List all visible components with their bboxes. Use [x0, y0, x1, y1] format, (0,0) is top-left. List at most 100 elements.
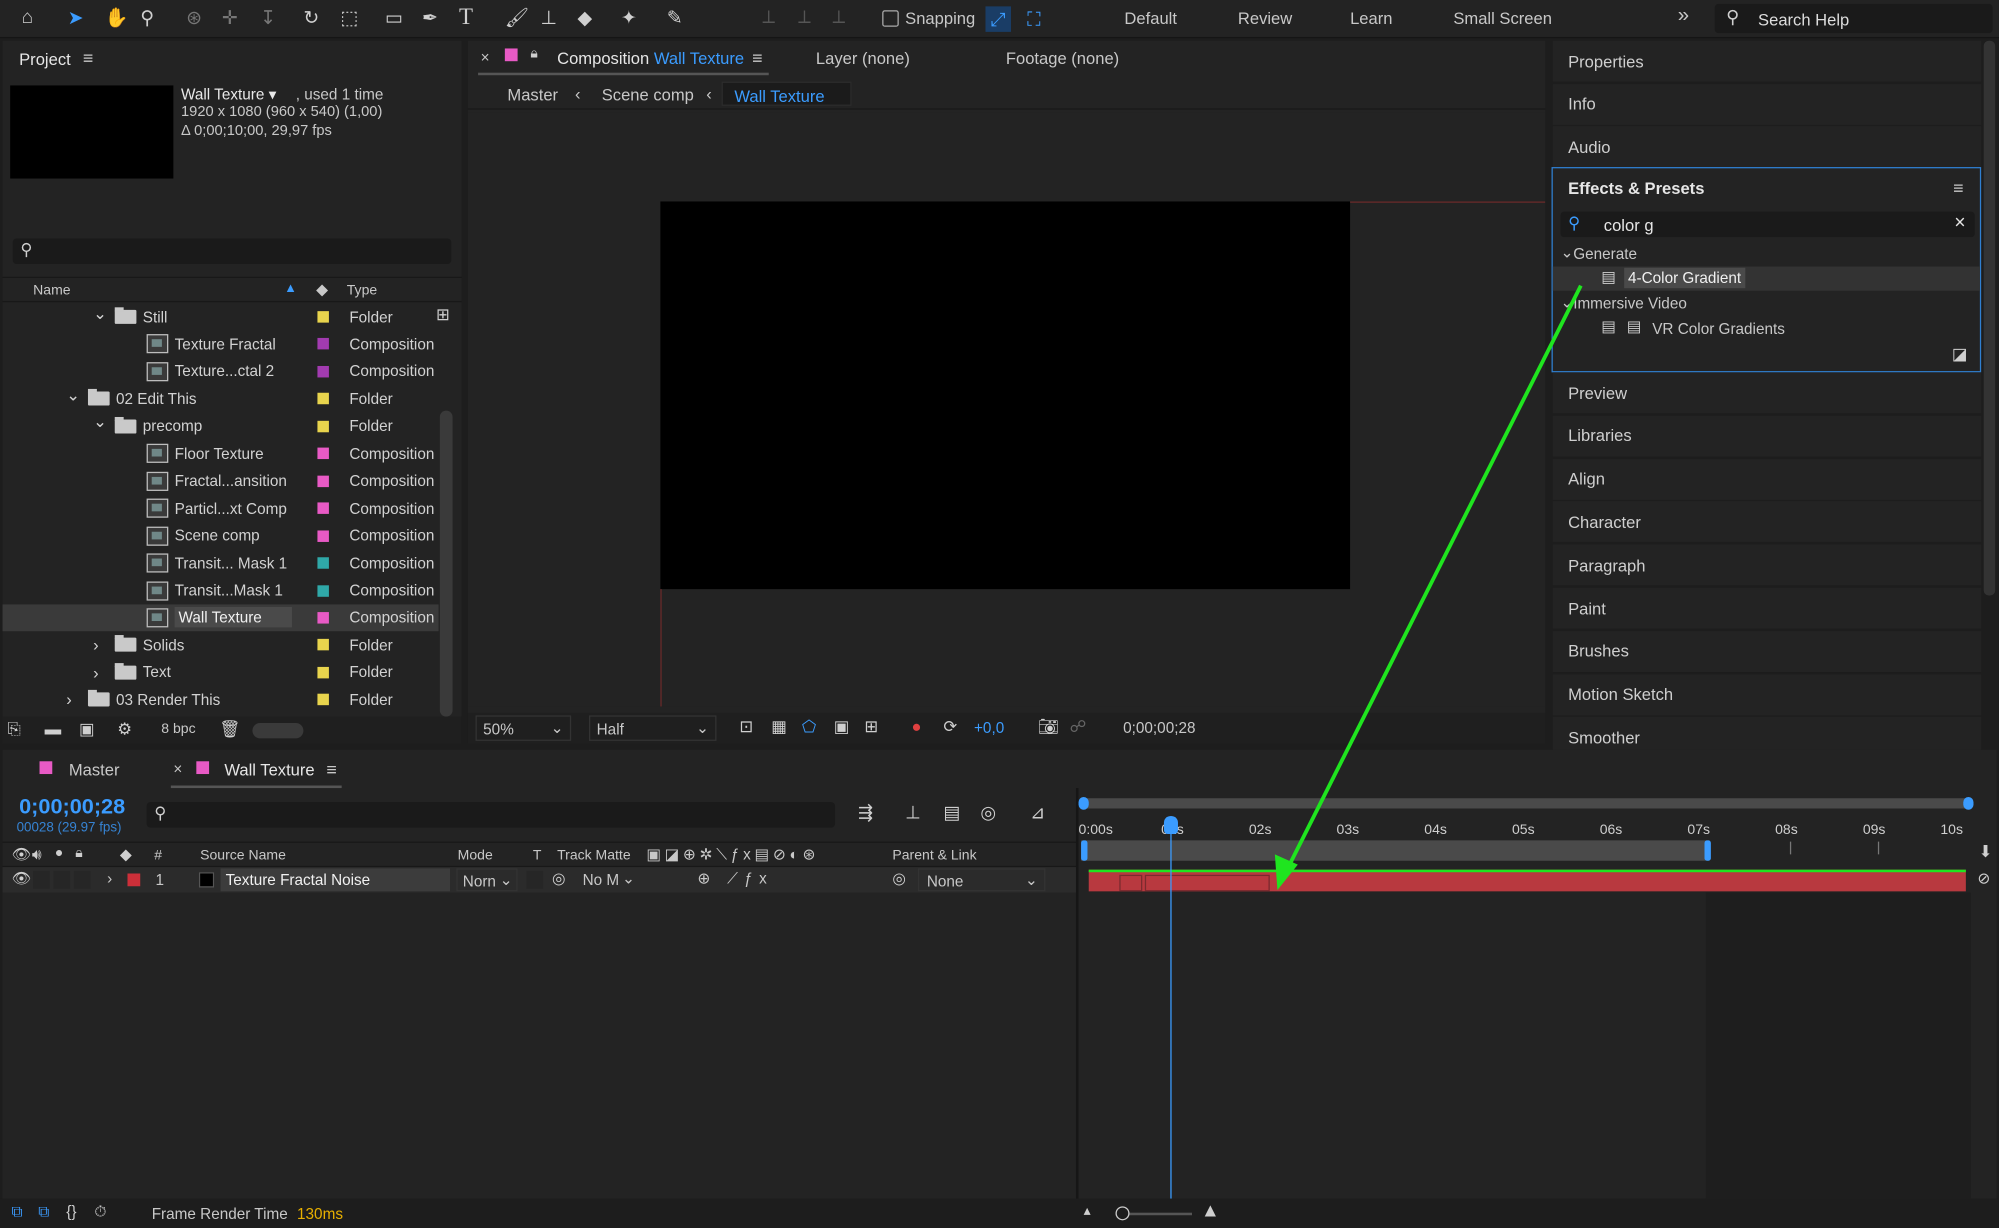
solo-toggle[interactable] — [53, 870, 71, 889]
resolution-dropdown[interactable]: Half ⌄ — [588, 715, 717, 741]
track-matte-pickwhip-icon[interactable]: ◎ — [552, 870, 565, 888]
expand-layer-icon[interactable]: › — [107, 870, 112, 888]
footage-viewer-tab[interactable]: Footage (none) — [1006, 48, 1119, 67]
puppet-tool-icon[interactable]: ✎ — [667, 6, 683, 30]
effects-menu-icon[interactable]: ≡ — [1953, 177, 1963, 197]
grid-guides-icon[interactable]: ⊞ — [864, 717, 878, 737]
chevron-right-icon[interactable]: › — [93, 663, 108, 682]
playhead-line[interactable] — [1170, 816, 1172, 1199]
workspace-learn[interactable]: Learn — [1350, 9, 1392, 28]
snap-edges-icon[interactable]: ⤢ — [985, 6, 1011, 32]
project-menu-icon[interactable]: ≡ — [83, 47, 93, 67]
new-folder-icon[interactable]: ▬ — [45, 719, 62, 738]
text-tool-icon[interactable]: T — [459, 4, 473, 31]
breadcrumb-scene-comp[interactable]: Scene comp — [602, 85, 694, 104]
zoom-tool-icon[interactable]: ⚲ — [140, 6, 154, 30]
axis-local-icon[interactable]: ⟂ — [762, 6, 775, 28]
pan-tool-icon[interactable]: ✛ — [222, 6, 238, 30]
pen-tool-icon[interactable]: ✒ — [422, 6, 438, 30]
project-scrollbar[interactable] — [439, 410, 453, 717]
work-area-end-handle[interactable] — [1704, 840, 1711, 861]
magnification-dropdown[interactable]: 50% ⌄ — [475, 715, 572, 741]
panel-paragraph[interactable]: Paragraph — [1552, 544, 1982, 586]
orbit-tool-icon[interactable]: ⊛ — [186, 6, 202, 30]
timeline-current-time[interactable]: 0;00;00;28 — [19, 794, 125, 820]
anchor-tool-icon[interactable]: ⬚ — [340, 6, 358, 30]
comp-frame[interactable] — [660, 201, 1351, 590]
panel-libraries[interactable]: Libraries — [1552, 415, 1982, 457]
interpret-footage-icon[interactable]: ⎘ — [8, 719, 21, 739]
chevron-down-icon[interactable]: ⌄ — [93, 412, 108, 432]
panel-preview[interactable]: Preview — [1552, 372, 1982, 414]
project-item[interactable]: Fractal...ansition Composition — [3, 468, 439, 495]
draft-3d-icon[interactable]: ⊥ — [905, 802, 921, 824]
workspace-default[interactable]: Default — [1124, 9, 1177, 28]
search-help-box[interactable]: ⚲ Search Help — [1714, 3, 1993, 34]
label-color-swatch[interactable] — [317, 584, 329, 597]
close-comp-tab-icon[interactable]: × — [481, 48, 490, 66]
project-item[interactable]: Transit...Mask 1 Composition — [3, 577, 439, 604]
bit-depth-button[interactable]: 8 bpc — [153, 722, 204, 741]
column-type[interactable]: Type — [347, 283, 377, 298]
project-item[interactable]: ⌄ precomp Folder — [3, 412, 439, 440]
hand-tool-icon[interactable]: ✋ — [105, 6, 129, 30]
project-preview-name[interactable]: Wall Texture ▾ — [181, 85, 276, 103]
workspace-review[interactable]: Review — [1238, 9, 1292, 28]
thumbnail-slider[interactable] — [252, 723, 304, 739]
viewer-canvas[interactable] — [467, 112, 1546, 707]
brush-tool-icon[interactable]: 🖌 — [505, 6, 529, 30]
home-icon[interactable]: ⌂ — [22, 6, 34, 28]
snapshot-camera-icon[interactable]: 📷︎ — [1038, 717, 1059, 737]
snapping-checkbox[interactable] — [882, 10, 899, 27]
panel-motion-sketch[interactable]: Motion Sketch — [1552, 674, 1982, 715]
effect-item-4-color-gradient[interactable]: ▤ 4-Color Gradient — [1552, 266, 1980, 291]
layer-duration-bar[interactable] — [1088, 869, 1966, 892]
chevron-right-icon[interactable]: › — [93, 636, 108, 655]
right-scrollbar[interactable] — [1983, 40, 1996, 596]
time-navigator[interactable] — [1078, 796, 1974, 810]
parent-pickwhip-icon[interactable]: ◎ — [892, 870, 905, 888]
panel-align[interactable]: Align — [1552, 458, 1982, 500]
lock-toggle[interactable] — [73, 870, 91, 889]
effects-group-generate[interactable]: ⌄ Generate — [1553, 242, 1980, 266]
layer-row[interactable]: 👁︎ › 1 Texture Fractal Noise Norn ⌄ ◎ No… — [2, 867, 1076, 893]
transfer-controls-toggle-icon[interactable]: ⧉ — [38, 1202, 49, 1221]
project-item[interactable]: ⌄ Still Folder — [3, 303, 439, 330]
layer-mode-dropdown[interactable]: Norn ⌄ — [456, 868, 518, 892]
preserve-transparency-toggle[interactable] — [526, 870, 544, 889]
project-item[interactable]: Particl...xt Comp Composition — [3, 495, 439, 522]
transparency-grid-icon[interactable]: ▦ — [771, 717, 787, 737]
label-color-swatch[interactable] — [317, 502, 329, 515]
in-out-toggle-icon[interactable]: {} — [66, 1202, 76, 1220]
label-color-swatch[interactable] — [317, 393, 329, 405]
breadcrumb-master[interactable]: Master — [507, 85, 558, 104]
project-item[interactable]: Floor Texture Composition — [3, 440, 439, 467]
layer-source-name[interactable]: Texture Fractal Noise — [220, 868, 451, 892]
comp-tab[interactable]: Composition Wall Texture — [557, 48, 744, 67]
label-column-icon[interactable]: ◆ — [316, 281, 328, 299]
panel-info[interactable]: Info — [1552, 83, 1982, 125]
project-item[interactable]: ⌄ 02 Edit This Folder — [3, 385, 439, 413]
fast-previews-icon[interactable]: ⊡ — [739, 717, 753, 737]
project-settings-icon[interactable]: ⚙ — [117, 719, 132, 739]
exposure-value[interactable]: +0,0 — [974, 719, 1004, 737]
eraser-tool-icon[interactable]: ◆ — [578, 6, 593, 30]
roto-brush-tool-icon[interactable]: ✦ — [621, 6, 637, 30]
label-color-swatch[interactable] — [317, 639, 329, 651]
label-color-swatch[interactable] — [317, 612, 329, 624]
label-color-swatch[interactable] — [317, 311, 329, 323]
project-item[interactable]: Wall Texture Composition — [2, 604, 439, 632]
workspace-overflow-icon[interactable]: » — [1678, 5, 1689, 28]
render-time-toggle-icon[interactable]: ⏱ — [94, 1202, 106, 1221]
breadcrumb-wall-texture[interactable]: Wall Texture — [721, 81, 852, 106]
layer-viewer-tab[interactable]: Layer (none) — [816, 48, 910, 67]
timeline-search-input[interactable]: ⚲ — [146, 802, 836, 828]
chevron-down-icon[interactable]: ⌄ — [66, 385, 81, 405]
playhead-handle[interactable] — [1163, 816, 1178, 834]
label-color-swatch[interactable] — [317, 529, 329, 542]
work-area-start-handle[interactable] — [1081, 840, 1088, 861]
chevron-down-icon[interactable]: ⌄ — [93, 303, 108, 323]
axis-world-icon[interactable]: ⟂ — [798, 6, 811, 28]
motion-blur-icon[interactable]: ◎ — [980, 802, 996, 824]
reset-exposure-icon[interactable]: ⟳ — [943, 717, 957, 737]
